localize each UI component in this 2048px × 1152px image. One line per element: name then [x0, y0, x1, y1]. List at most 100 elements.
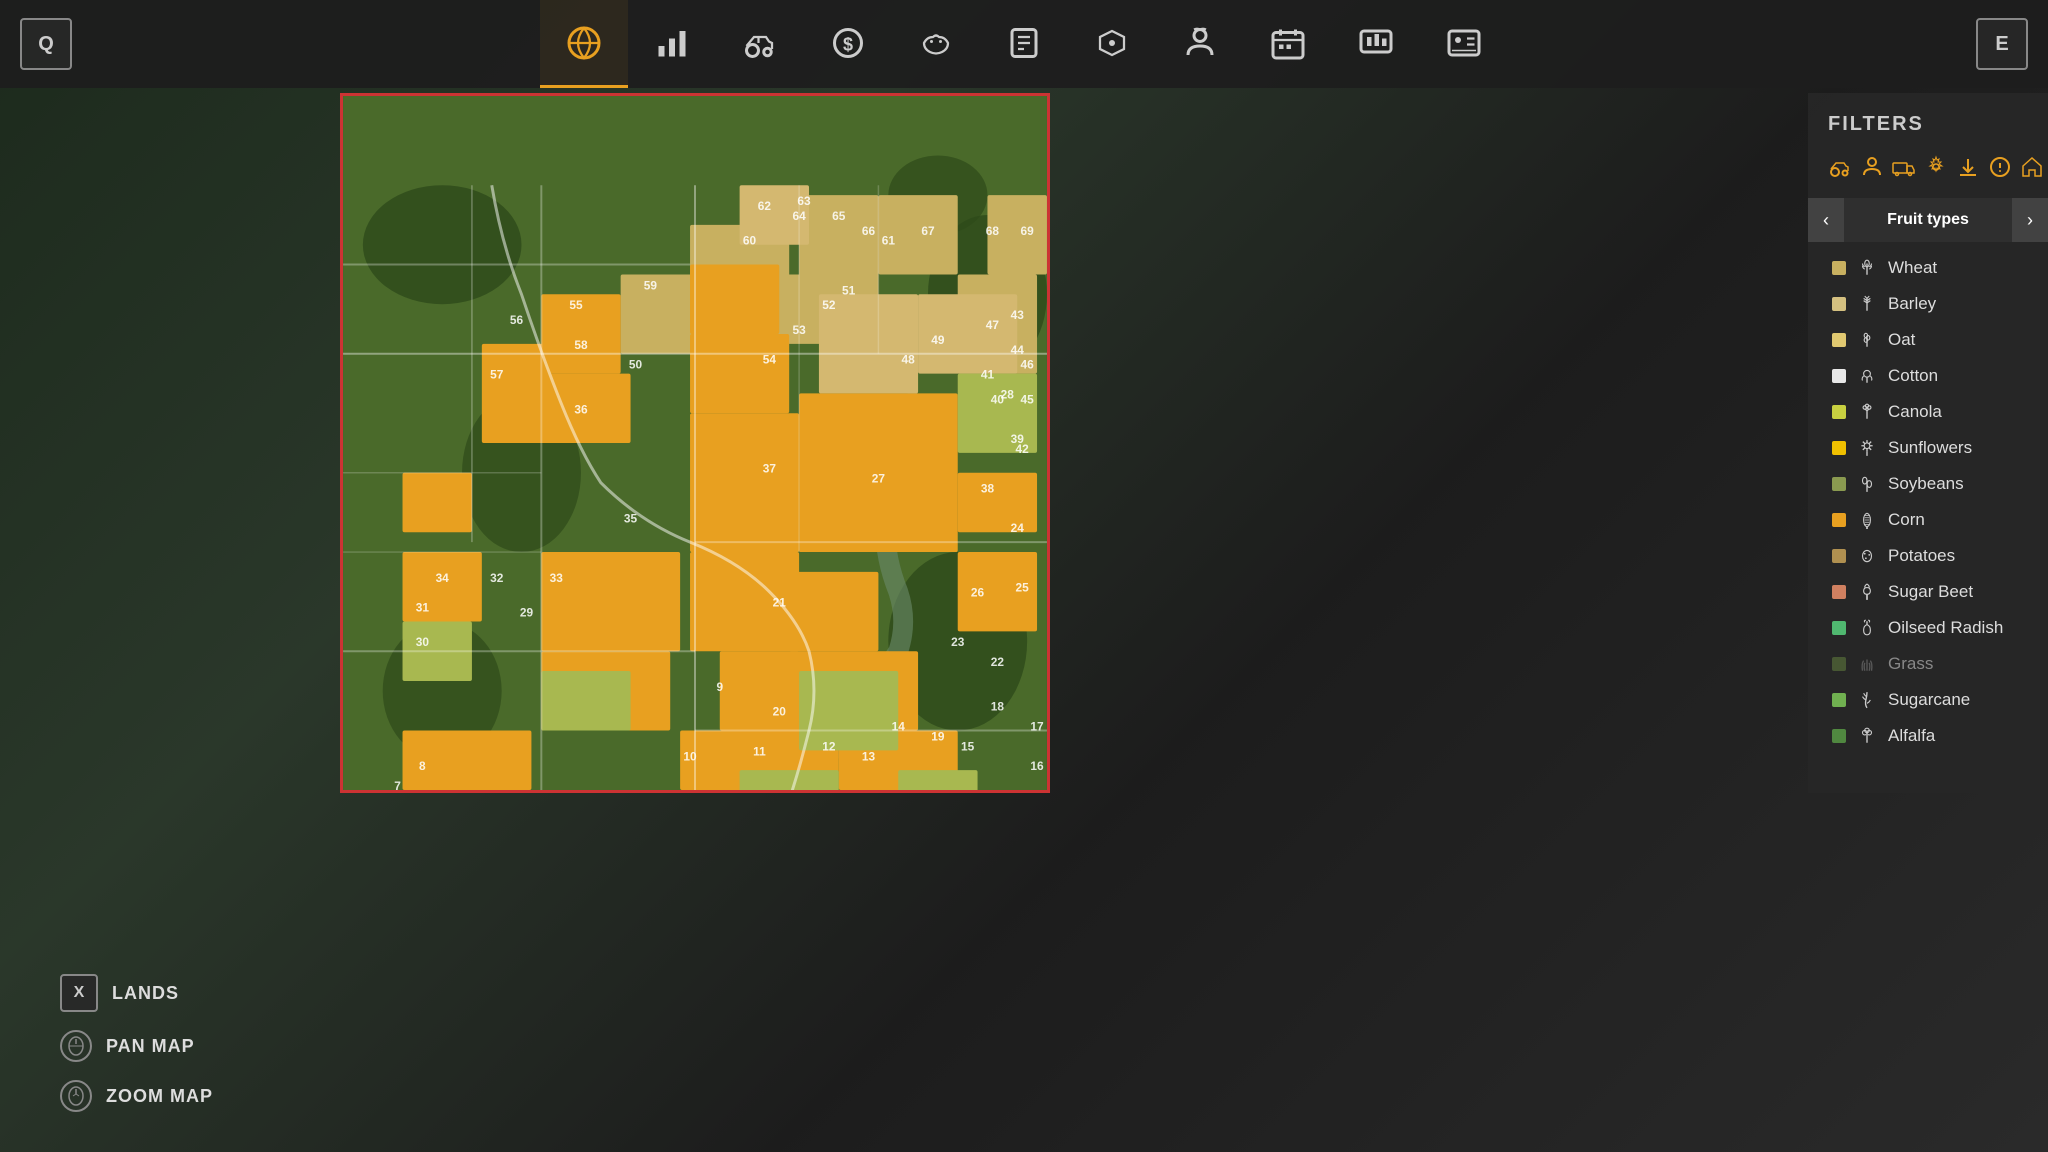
- oat-color: [1832, 333, 1846, 347]
- svg-text:63: 63: [797, 194, 811, 208]
- wheat-icon: [1856, 257, 1878, 279]
- fruit-item-sugarcane[interactable]: Sugarcane: [1808, 682, 2048, 718]
- zoom-control: ZOOM MAP: [60, 1080, 213, 1112]
- nav-workers-button[interactable]: [1156, 0, 1244, 88]
- filter-gear-icon[interactable]: [1924, 152, 1948, 182]
- soybeans-color: [1832, 477, 1846, 491]
- filter-worker-icon[interactable]: [1860, 152, 1884, 182]
- filters-panel: FILTERS ‹ Fruit types ›: [1808, 93, 2048, 793]
- svg-text:37: 37: [763, 462, 777, 476]
- svg-text:17: 17: [1030, 720, 1044, 734]
- filter-home-icon[interactable]: [2020, 152, 2044, 182]
- fruit-nav-prev[interactable]: ‹: [1808, 198, 1844, 242]
- wheat-label: Wheat: [1888, 258, 1937, 278]
- barley-label: Barley: [1888, 294, 1936, 314]
- svg-text:$: $: [843, 34, 853, 54]
- canola-icon: [1856, 401, 1878, 423]
- canola-label: Canola: [1888, 402, 1942, 422]
- map-container[interactable]: 69 68 67 66 64 65 62 63 43 44 61 60 59 5…: [340, 93, 1050, 793]
- alfalfa-label: Alfalfa: [1888, 726, 1935, 746]
- svg-text:61: 61: [882, 234, 896, 248]
- potatoes-label: Potatoes: [1888, 546, 1955, 566]
- nav-production-button[interactable]: [1068, 0, 1156, 88]
- pan-mouse-icon: [60, 1030, 92, 1062]
- svg-text:64: 64: [792, 209, 806, 223]
- svg-text:22: 22: [991, 655, 1005, 669]
- sugarbeet-label: Sugar Beet: [1888, 582, 1973, 602]
- sunflowers-color: [1832, 441, 1846, 455]
- sunflower-icon: [1856, 437, 1878, 459]
- nav-icons-group: $: [72, 0, 1976, 88]
- svg-text:54: 54: [763, 353, 777, 367]
- fruit-item-potatoes[interactable]: Potatoes: [1808, 538, 2048, 574]
- svg-text:18: 18: [991, 700, 1005, 714]
- fruit-item-canola[interactable]: Canola: [1808, 394, 2048, 430]
- svg-text:13: 13: [862, 749, 876, 763]
- fruit-item-sunflowers[interactable]: Sunflowers: [1808, 430, 2048, 466]
- wheat-color: [1832, 261, 1846, 275]
- fruit-item-soybeans[interactable]: Soybeans: [1808, 466, 2048, 502]
- svg-text:50: 50: [629, 358, 643, 372]
- sugarbeet-color: [1832, 585, 1846, 599]
- svg-text:56: 56: [510, 313, 524, 327]
- bottom-controls: X LANDS PAN MAP ZOOM MAP: [60, 974, 213, 1112]
- grass-color: [1832, 657, 1846, 671]
- sunflowers-label: Sunflowers: [1888, 438, 1972, 458]
- fruit-item-cotton[interactable]: Cotton: [1808, 358, 2048, 394]
- q-button[interactable]: Q: [20, 18, 72, 70]
- potato-icon: [1856, 545, 1878, 567]
- cotton-label: Cotton: [1888, 366, 1938, 386]
- fruit-item-barley[interactable]: Barley: [1808, 286, 2048, 322]
- svg-text:24: 24: [1011, 521, 1025, 535]
- nav-map-button[interactable]: [540, 0, 628, 88]
- svg-text:46: 46: [1021, 358, 1035, 372]
- svg-text:62: 62: [758, 199, 772, 213]
- svg-text:33: 33: [550, 571, 564, 585]
- fruit-item-sugarbeet[interactable]: Sugar Beet: [1808, 574, 2048, 610]
- nav-info-button[interactable]: [1420, 0, 1508, 88]
- svg-text:51: 51: [842, 283, 856, 297]
- sugarcane-icon: [1856, 689, 1878, 711]
- svg-text:47: 47: [986, 318, 1000, 332]
- fruit-item-corn[interactable]: Corn: [1808, 502, 2048, 538]
- nav-hud-button[interactable]: [1332, 0, 1420, 88]
- svg-text:26: 26: [971, 586, 985, 600]
- soybeans-label: Soybeans: [1888, 474, 1964, 494]
- filter-download-icon[interactable]: [1956, 152, 1980, 182]
- svg-text:34: 34: [436, 571, 450, 585]
- fruit-item-oat[interactable]: Oat: [1808, 322, 2048, 358]
- filter-icons-row: [1808, 152, 2048, 198]
- nav-contracts-button[interactable]: [980, 0, 1068, 88]
- svg-text:29: 29: [520, 606, 534, 620]
- svg-text:20: 20: [773, 705, 787, 719]
- fruit-nav-next[interactable]: ›: [2012, 198, 2048, 242]
- fruit-item-alfalfa[interactable]: Alfalfa: [1808, 718, 2048, 754]
- svg-text:65: 65: [832, 209, 846, 223]
- svg-text:60: 60: [743, 234, 757, 248]
- svg-text:58: 58: [574, 338, 588, 352]
- x-key[interactable]: X: [60, 974, 98, 1012]
- nav-stats-button[interactable]: [628, 0, 716, 88]
- radish-icon: [1856, 617, 1878, 639]
- fruit-item-grass[interactable]: Grass: [1808, 646, 2048, 682]
- svg-text:32: 32: [490, 571, 504, 585]
- svg-text:39: 39: [1011, 432, 1025, 446]
- filter-alert-icon[interactable]: [1988, 152, 2012, 182]
- svg-text:23: 23: [951, 635, 965, 649]
- nav-money-button[interactable]: $: [804, 0, 892, 88]
- fruit-item-oilseed-radish[interactable]: Oilseed Radish: [1808, 610, 2048, 646]
- nav-animals-button[interactable]: [892, 0, 980, 88]
- nav-calendar-button[interactable]: [1244, 0, 1332, 88]
- svg-text:68: 68: [986, 224, 1000, 238]
- svg-text:35: 35: [624, 511, 638, 525]
- e-button[interactable]: E: [1976, 18, 2028, 70]
- svg-text:7: 7: [394, 779, 401, 790]
- filter-tractor-icon[interactable]: [1828, 152, 1852, 182]
- cotton-color: [1832, 369, 1846, 383]
- svg-text:36: 36: [574, 402, 588, 416]
- svg-text:49: 49: [931, 333, 945, 347]
- nav-tractor-button[interactable]: [716, 0, 804, 88]
- filter-truck-icon[interactable]: [1892, 152, 1916, 182]
- svg-text:8: 8: [419, 759, 426, 773]
- fruit-item-wheat[interactable]: Wheat: [1808, 250, 2048, 286]
